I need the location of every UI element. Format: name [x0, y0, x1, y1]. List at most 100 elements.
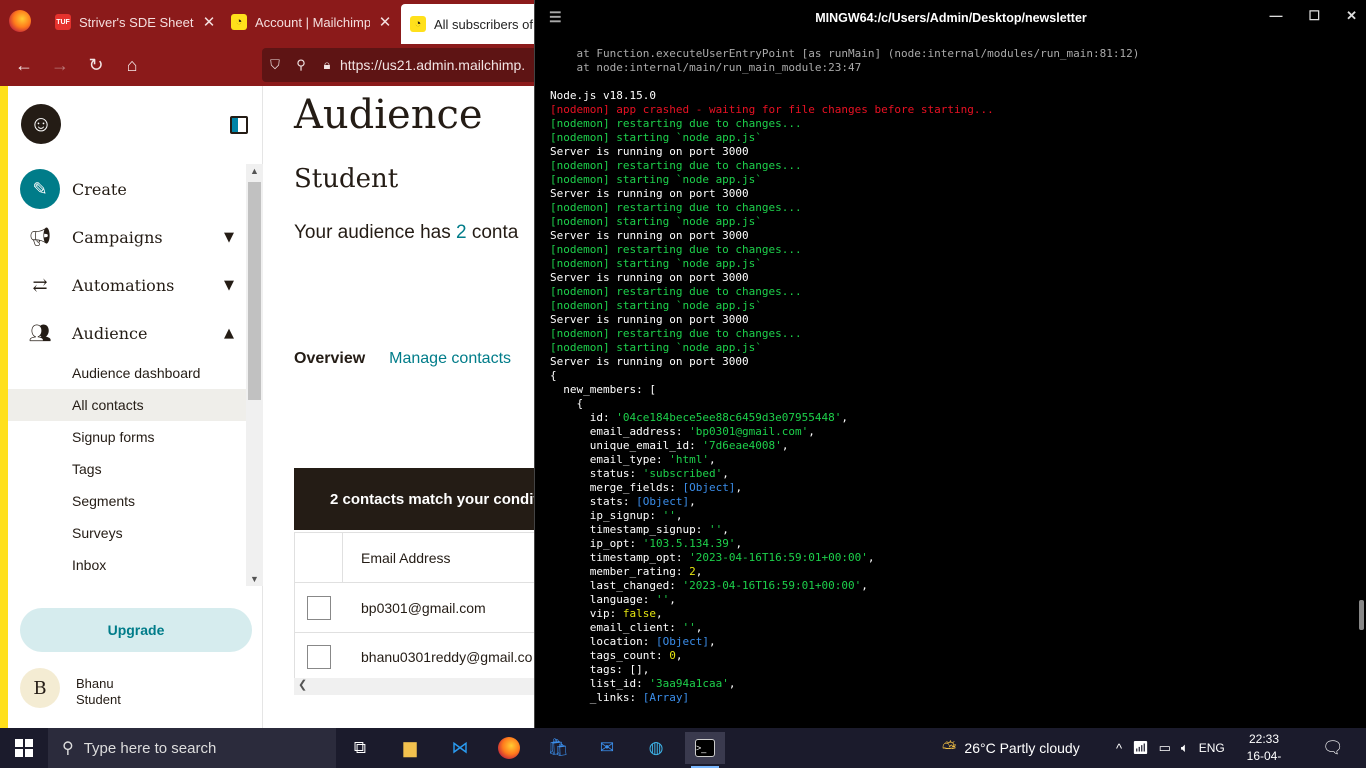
browser-tab-mailchimp-account[interactable]: ◔ Account | Mailchimp ✕	[222, 4, 394, 40]
close-tab-icon[interactable]: ✕	[200, 13, 218, 31]
chevron-up-icon[interactable]: ^	[1116, 741, 1122, 756]
vscode-icon[interactable]: ⋈	[440, 732, 480, 764]
firefox-icon[interactable]	[9, 10, 31, 32]
sub-inbox[interactable]: Inbox	[8, 549, 246, 581]
task-view-icon[interactable]: ⧉	[340, 732, 380, 764]
terminal-line: [nodemon] restarting due to changes...	[550, 117, 802, 130]
table-row[interactable]: bp0301@gmail.com	[295, 583, 534, 633]
column-email-header[interactable]: Email Address	[361, 550, 450, 566]
sub-audience-dashboard[interactable]: Audience dashboard	[8, 357, 246, 389]
terminal-line: new_members: [	[550, 383, 656, 396]
terminal-line: email_address: 'bp0301@gmail.com',	[550, 425, 815, 438]
windows-icon	[15, 739, 33, 757]
row-checkbox[interactable]	[307, 645, 331, 669]
close-tab-icon[interactable]: ✕	[376, 13, 394, 31]
browser-tab-subscribers[interactable]: ◔ All subscribers of St	[401, 4, 541, 44]
nav-campaigns[interactable]: 📢︎ Campaigns ▼	[20, 217, 240, 257]
clock[interactable]: 22:33 16-04-2023	[1236, 731, 1292, 768]
reload-icon[interactable]: ↻	[78, 47, 114, 83]
terminal-output[interactable]: at Function.executeUserEntryPoint [as ru…	[550, 47, 1350, 717]
terminal-line: [nodemon] restarting due to changes...	[550, 201, 802, 214]
sub-segments[interactable]: Segments	[8, 485, 246, 517]
terminal-line: [nodemon] restarting due to changes...	[550, 243, 802, 256]
scroll-up-icon[interactable]: ▲	[246, 166, 263, 176]
terminal-line: at node:internal/main/run_main_module:23…	[550, 61, 862, 74]
avatar[interactable]: B	[20, 668, 60, 708]
browser-tab-bar: TUF Striver's SDE Sheet – To ✕ ◔ Account…	[0, 0, 541, 44]
start-button[interactable]	[0, 728, 48, 768]
sub-all-contacts[interactable]: All contacts	[8, 389, 246, 421]
upgrade-button[interactable]: Upgrade	[20, 608, 252, 652]
terminal-line: Server is running on port 3000	[550, 145, 749, 158]
nav-create[interactable]: ✎ Create	[20, 169, 240, 209]
account-info[interactable]: Bhanu Student	[76, 676, 121, 708]
menu-icon[interactable]: ☰	[549, 9, 562, 26]
browser-tab-striver[interactable]: TUF Striver's SDE Sheet – To ✕	[46, 4, 218, 40]
terminal-scrollbar[interactable]	[1359, 600, 1364, 630]
language-indicator[interactable]: ENG	[1199, 741, 1225, 755]
url-text[interactable]: https://us21.admin.mailchimp.	[340, 57, 525, 73]
minimize-icon[interactable]: —	[1269, 8, 1282, 24]
tab-manage-contacts[interactable]: Manage contacts	[389, 350, 511, 367]
mailchimp-logo-icon[interactable]: ☺	[21, 104, 61, 144]
pencil-icon: ✎	[20, 169, 60, 209]
battery-icon[interactable]: ▭	[1159, 740, 1171, 756]
sidebar-toggle-icon[interactable]	[230, 116, 248, 134]
mail-icon[interactable]: ✉	[587, 732, 627, 764]
sub-signup-forms[interactable]: Signup forms	[8, 421, 246, 453]
scrollbar-thumb[interactable]	[248, 182, 261, 400]
git-bash-icon[interactable]: >_	[685, 732, 725, 768]
terminal-line: at Function.executeUserEntryPoint [as ru…	[550, 47, 1140, 60]
file-explorer-icon[interactable]: ▆	[390, 732, 430, 764]
tab-overview[interactable]: Overview	[294, 350, 365, 367]
terminal-line: list_id: '3aa94a1caa',	[550, 677, 736, 690]
table-row[interactable]: bhanu0301reddy@gmail.co	[295, 632, 534, 682]
terminal-line: Server is running on port 3000	[550, 187, 749, 200]
edge-icon[interactable]: ◍	[636, 732, 676, 764]
brand-stripe	[0, 86, 8, 728]
nav-automations[interactable]: ⇄ Automations ▼	[20, 265, 240, 305]
terminal-line: Node.js v18.15.0	[550, 89, 656, 102]
email-cell[interactable]: bp0301@gmail.com	[361, 600, 486, 616]
volume-icon[interactable]: 🔈︎	[1181, 740, 1189, 756]
close-icon[interactable]: ✕	[1346, 8, 1357, 24]
home-icon[interactable]: ⌂	[114, 47, 150, 83]
weather-widget[interactable]: ⛅︎ 26°C Partly cloudy	[942, 728, 1080, 768]
sub-surveys[interactable]: Surveys	[8, 517, 246, 549]
maximize-icon[interactable]: ☐	[1308, 8, 1320, 24]
nav-audience[interactable]: 👥︎ Audience ▲	[20, 313, 240, 353]
clock-time: 22:33	[1248, 732, 1280, 746]
sidebar: ☺ ✎ Create 📢︎ Campaigns ▼ ⇄ Automations …	[8, 86, 263, 728]
shield-icon[interactable]: ⛉	[262, 57, 288, 73]
row-checkbox[interactable]	[307, 595, 331, 620]
lock-icon[interactable]: 🔒︎	[314, 57, 340, 73]
terminal-line: _links: [Array]	[550, 691, 690, 704]
terminal-line: [nodemon] starting `node app.js`	[550, 131, 762, 144]
terminal-line: email_client: '',	[550, 621, 703, 634]
scroll-down-icon[interactable]: ▼	[246, 574, 263, 584]
partly-cloudy-icon: ⛅︎	[942, 737, 957, 758]
contact-count[interactable]: 2	[456, 222, 467, 243]
scroll-left-icon[interactable]: ❮	[298, 679, 307, 691]
terminal-window: ☰ MINGW64:/c/Users/Admin/Desktop/newslet…	[534, 0, 1366, 728]
terminal-titlebar[interactable]: ☰ MINGW64:/c/Users/Admin/Desktop/newslet…	[535, 0, 1366, 36]
store-icon[interactable]: 🛍︎	[538, 732, 578, 764]
firefox-taskbar-icon[interactable]	[489, 732, 529, 764]
terminal-line: timestamp_signup: '',	[550, 523, 729, 536]
email-cell[interactable]: bhanu0301reddy@gmail.co	[361, 649, 532, 665]
table-hscrollbar[interactable]: ❮	[294, 678, 534, 695]
notifications-icon[interactable]: 🗨︎	[1322, 728, 1344, 768]
chevron-down-icon: ▼	[224, 229, 234, 245]
sidebar-scrollbar[interactable]: ▲ ▼	[246, 164, 263, 586]
sub-tags[interactable]: Tags	[8, 453, 246, 485]
main-content: Audience Student Your audience has 2 con…	[263, 86, 534, 728]
back-icon[interactable]: ←	[6, 47, 42, 83]
mailchimp-favicon-icon: ◔	[231, 14, 247, 30]
permissions-icon[interactable]: ⚲	[288, 57, 314, 73]
network-icon[interactable]: 📶︎	[1132, 740, 1149, 756]
audience-name: Student	[294, 164, 399, 194]
forward-icon[interactable]: →	[42, 47, 78, 83]
address-bar[interactable]: ⛉ ⚲ 🔒︎ https://us21.admin.mailchimp.	[262, 48, 562, 82]
taskbar-search[interactable]: ⚲ Type here to search	[48, 728, 336, 768]
